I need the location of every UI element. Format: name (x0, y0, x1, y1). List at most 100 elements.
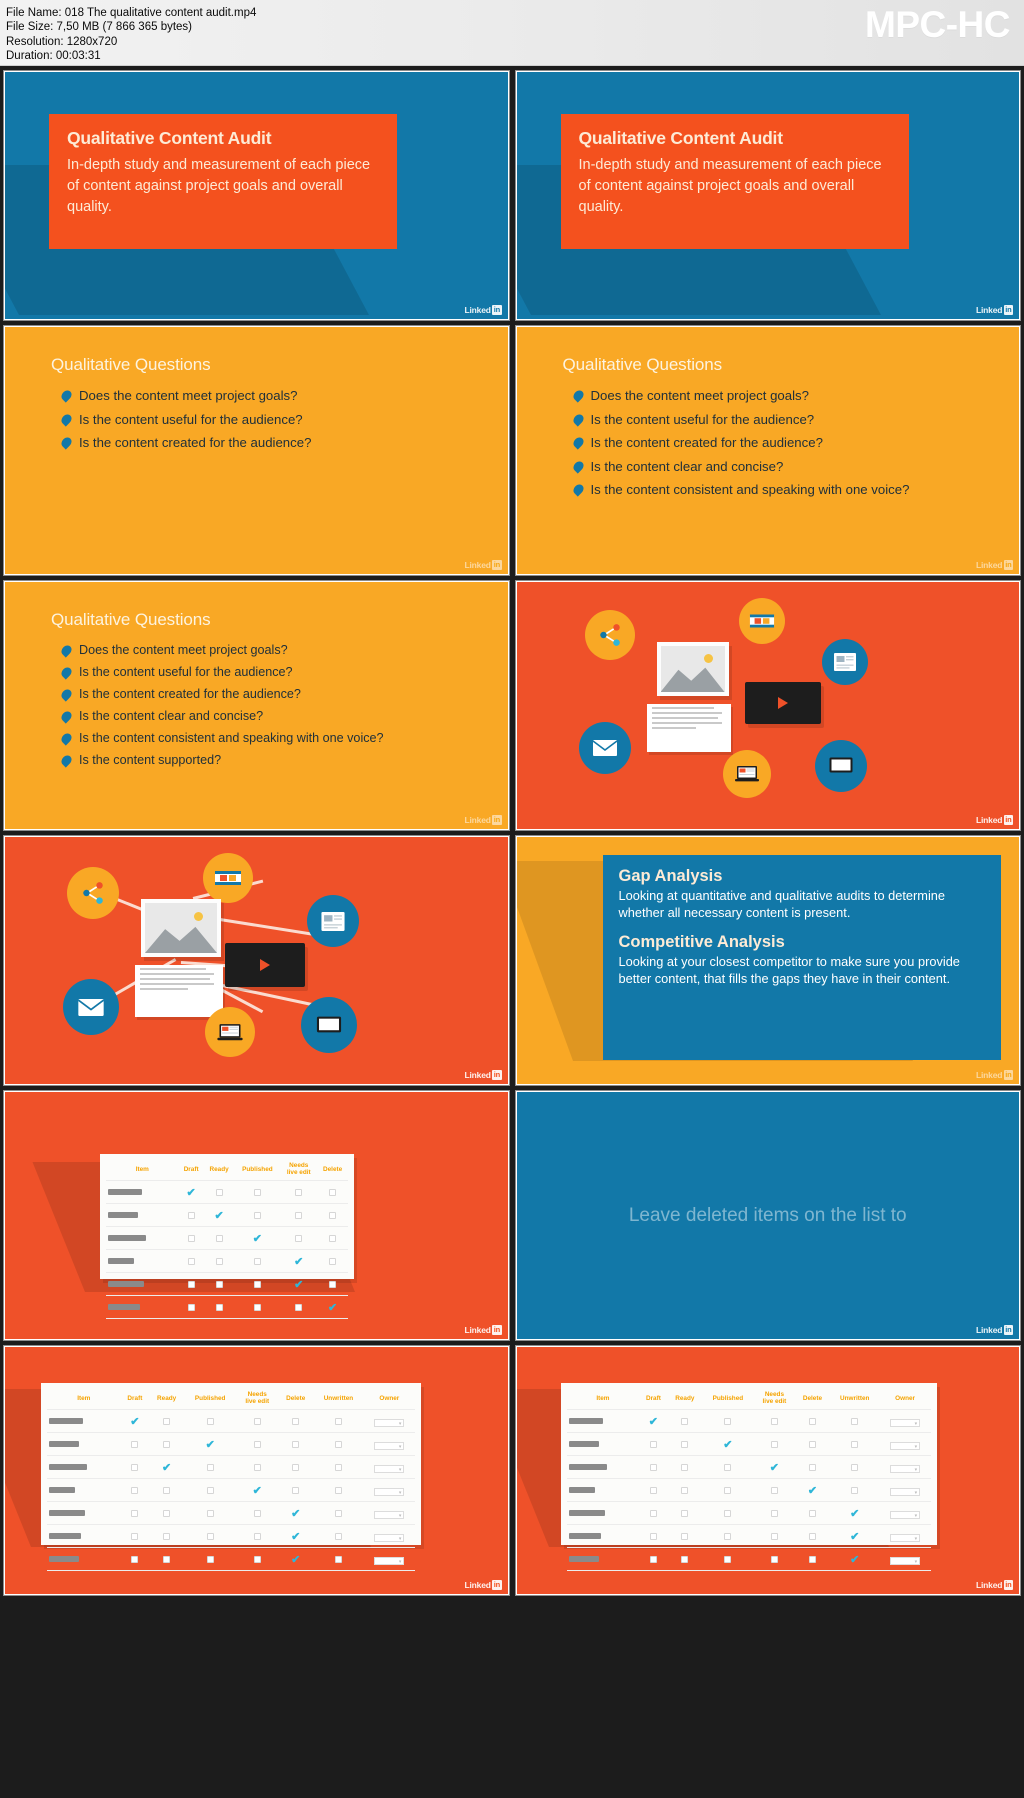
checkbox-empty[interactable] (234, 1181, 280, 1204)
checkbox-empty[interactable] (184, 1548, 236, 1571)
check-icon[interactable]: ✔ (294, 1256, 303, 1268)
checkbox-empty[interactable] (702, 1410, 754, 1433)
checkbox-icon[interactable] (253, 1258, 261, 1266)
checkbox-icon[interactable] (681, 1556, 689, 1564)
owner-select[interactable]: ▾ (364, 1456, 415, 1479)
chevron-down-icon[interactable]: ▾ (374, 1557, 405, 1566)
checkbox-icon[interactable] (292, 1487, 300, 1495)
checkbox-icon[interactable] (215, 1235, 223, 1243)
checkbox-empty[interactable] (639, 1502, 667, 1525)
checkbox-icon[interactable] (163, 1441, 171, 1449)
checkbox-icon[interactable] (334, 1441, 342, 1449)
checkbox-icon[interactable] (681, 1418, 689, 1426)
checkbox-icon[interactable] (724, 1418, 732, 1426)
checkbox-empty[interactable] (754, 1525, 795, 1548)
check-icon[interactable]: ✔ (291, 1554, 300, 1566)
owner-select[interactable]: ▾ (880, 1433, 931, 1456)
checkbox-icon[interactable] (253, 1464, 261, 1472)
checkbox-icon[interactable] (808, 1441, 816, 1449)
checkbox-checked[interactable]: ✔ (830, 1502, 880, 1525)
checkbox-empty[interactable] (280, 1296, 317, 1319)
checkbox-empty[interactable] (639, 1548, 667, 1571)
checkbox-empty[interactable] (317, 1250, 348, 1273)
checkbox-icon[interactable] (329, 1258, 337, 1266)
checkbox-icon[interactable] (253, 1533, 261, 1541)
checkbox-empty[interactable] (121, 1433, 150, 1456)
checkbox-icon[interactable] (163, 1510, 171, 1518)
checkbox-icon[interactable] (649, 1556, 657, 1564)
checkbox-empty[interactable] (702, 1479, 754, 1502)
checkbox-icon[interactable] (292, 1441, 300, 1449)
thumbnail-slide-5[interactable]: Qualitative Questions Does the content m… (3, 580, 510, 831)
checkbox-empty[interactable] (121, 1479, 150, 1502)
checkbox-icon[interactable] (253, 1418, 261, 1426)
checkbox-icon[interactable] (724, 1533, 732, 1541)
checkbox-empty[interactable] (313, 1548, 364, 1571)
checkbox-icon[interactable] (163, 1533, 171, 1541)
check-icon[interactable]: ✔ (253, 1485, 262, 1497)
checkbox-empty[interactable] (313, 1410, 364, 1433)
checkbox-icon[interactable] (808, 1418, 816, 1426)
checkbox-icon[interactable] (295, 1235, 303, 1243)
checkbox-icon[interactable] (770, 1510, 778, 1518)
check-icon[interactable]: ✔ (162, 1462, 171, 1474)
checkbox-icon[interactable] (206, 1487, 214, 1495)
checkbox-checked[interactable]: ✔ (121, 1410, 150, 1433)
checkbox-empty[interactable] (317, 1227, 348, 1250)
check-icon[interactable]: ✔ (723, 1439, 732, 1451)
checkbox-icon[interactable] (215, 1304, 223, 1312)
checkbox-checked[interactable]: ✔ (278, 1525, 313, 1548)
checkbox-empty[interactable] (313, 1456, 364, 1479)
checkbox-icon[interactable] (334, 1556, 342, 1564)
check-icon[interactable]: ✔ (253, 1233, 262, 1245)
checkbox-icon[interactable] (851, 1487, 859, 1495)
checkbox-empty[interactable] (179, 1227, 204, 1250)
checkbox-empty[interactable] (184, 1479, 236, 1502)
checkbox-empty[interactable] (754, 1479, 795, 1502)
checkbox-empty[interactable] (313, 1479, 364, 1502)
checkbox-checked[interactable]: ✔ (234, 1227, 280, 1250)
checkbox-empty[interactable] (278, 1433, 313, 1456)
check-icon[interactable]: ✔ (294, 1279, 303, 1291)
checkbox-empty[interactable] (754, 1410, 795, 1433)
checkbox-icon[interactable] (253, 1189, 261, 1197)
checkbox-icon[interactable] (329, 1212, 337, 1220)
checkbox-empty[interactable] (234, 1204, 280, 1227)
checkbox-icon[interactable] (253, 1212, 261, 1220)
checkbox-empty[interactable] (639, 1456, 667, 1479)
check-icon[interactable]: ✔ (291, 1508, 300, 1520)
thumbnail-slide-10[interactable]: Leave deleted items on the list to Linke… (514, 1090, 1021, 1341)
checkbox-icon[interactable] (292, 1418, 300, 1426)
check-icon[interactable]: ✔ (206, 1439, 215, 1451)
checkbox-icon[interactable] (163, 1418, 171, 1426)
checkbox-empty[interactable] (121, 1502, 150, 1525)
checkbox-checked[interactable]: ✔ (830, 1548, 880, 1571)
checkbox-empty[interactable] (795, 1525, 830, 1548)
checkbox-icon[interactable] (131, 1464, 139, 1472)
checkbox-checked[interactable]: ✔ (754, 1456, 795, 1479)
checkbox-empty[interactable] (149, 1525, 184, 1548)
checkbox-empty[interactable] (795, 1456, 830, 1479)
owner-select[interactable]: ▾ (364, 1433, 415, 1456)
checkbox-icon[interactable] (681, 1441, 689, 1449)
checkbox-empty[interactable] (236, 1548, 278, 1571)
checkbox-icon[interactable] (329, 1281, 337, 1289)
owner-select[interactable]: ▾ (364, 1525, 415, 1548)
checkbox-checked[interactable]: ✔ (204, 1204, 235, 1227)
checkbox-empty[interactable] (234, 1250, 280, 1273)
owner-select[interactable]: ▾ (880, 1548, 931, 1571)
checkbox-empty[interactable] (234, 1273, 280, 1296)
checkbox-icon[interactable] (851, 1441, 859, 1449)
check-icon[interactable]: ✔ (770, 1462, 779, 1474)
checkbox-icon[interactable] (253, 1556, 261, 1564)
checkbox-icon[interactable] (334, 1510, 342, 1518)
checkbox-icon[interactable] (253, 1441, 261, 1449)
checkbox-checked[interactable]: ✔ (278, 1502, 313, 1525)
checkbox-icon[interactable] (770, 1441, 778, 1449)
checkbox-checked[interactable]: ✔ (317, 1296, 348, 1319)
checkbox-icon[interactable] (334, 1464, 342, 1472)
checkbox-icon[interactable] (206, 1464, 214, 1472)
checkbox-icon[interactable] (253, 1510, 261, 1518)
checkbox-empty[interactable] (204, 1250, 235, 1273)
checkbox-empty[interactable] (795, 1410, 830, 1433)
